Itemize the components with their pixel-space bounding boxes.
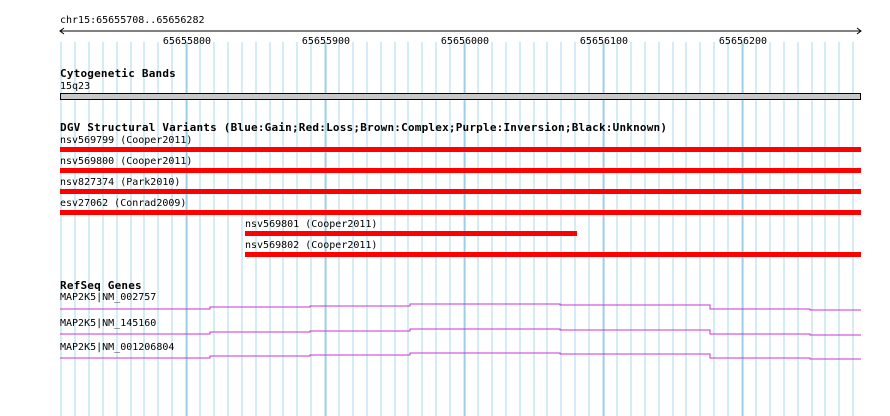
gene-model-line — [60, 328, 861, 336]
gene-models — [60, 303, 861, 360]
gene-model-line — [60, 303, 861, 311]
gene-model-line — [60, 352, 861, 360]
